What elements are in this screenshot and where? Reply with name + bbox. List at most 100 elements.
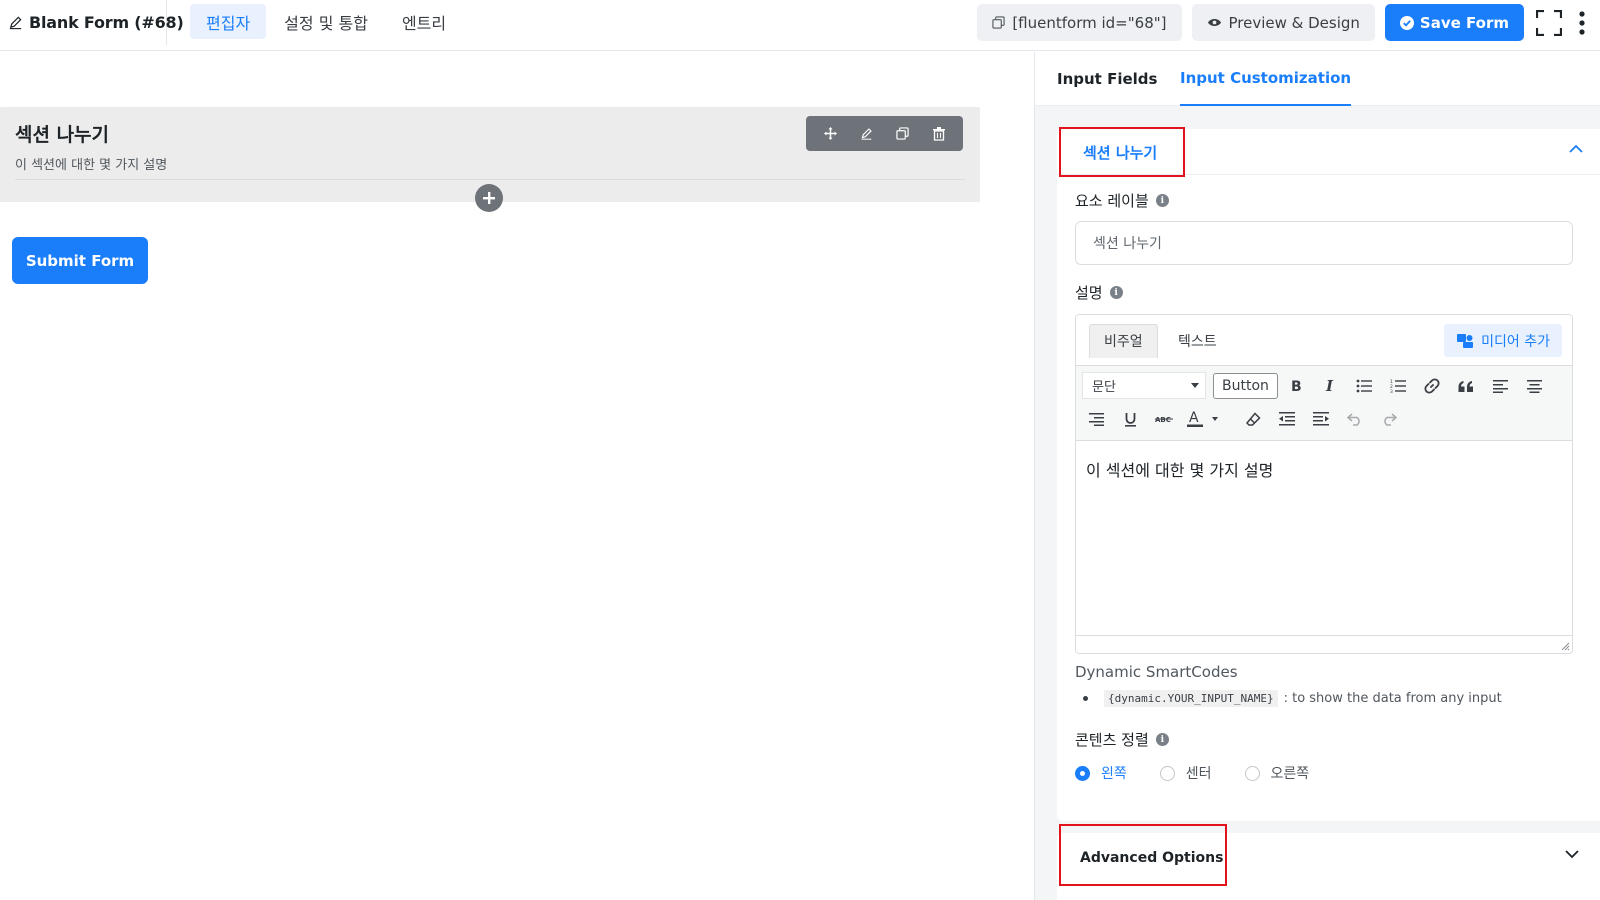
blockquote-button[interactable] [1452, 372, 1480, 400]
indent-icon [1313, 412, 1329, 426]
form-title: Blank Form (#68) [6, 0, 184, 45]
more-options-button[interactable] [1574, 4, 1590, 41]
delete-field-button[interactable] [925, 120, 953, 148]
italic-button[interactable]: I [1316, 372, 1344, 400]
link-button[interactable] [1418, 372, 1446, 400]
align-right-radio[interactable]: 오른쪽 [1244, 763, 1310, 783]
info-icon[interactable]: i [1155, 733, 1169, 746]
chevron-up-icon[interactable] [1569, 144, 1583, 153]
move-icon [823, 127, 837, 140]
check-circle-icon [1399, 15, 1414, 30]
align-center-icon [1526, 379, 1542, 393]
outdent-icon [1279, 412, 1295, 426]
redo-button[interactable] [1375, 405, 1403, 433]
text-mode-tab[interactable]: 텍스트 [1164, 324, 1231, 358]
section-title: 섹션 나누기 [15, 124, 110, 146]
strikethrough-button[interactable]: ABC [1150, 405, 1178, 433]
radio-circle [1075, 765, 1090, 781]
move-field-button[interactable] [816, 120, 844, 148]
section-divider [15, 179, 965, 180]
section-description: 이 섹션에 대한 몇 가지 설명 [15, 158, 168, 173]
tab-entries[interactable]: 엔트리 [386, 4, 462, 39]
paragraph-format-select[interactable]: 문단 [1082, 372, 1206, 399]
strikethrough-icon: ABC [1155, 414, 1173, 424]
editor-content-area[interactable]: 이 섹션에 대한 몇 가지 설명 [1076, 441, 1572, 637]
eye-icon [1207, 17, 1222, 28]
svg-text:B: B [1291, 379, 1302, 393]
svg-text:3: 3 [1390, 389, 1393, 393]
fullscreen-icon [1536, 9, 1562, 36]
advanced-options-title: Advanced Options [1059, 824, 1227, 886]
fullscreen-button[interactable] [1534, 4, 1564, 41]
description-label: 설명 i [1075, 282, 1123, 303]
card-header[interactable]: 섹션 나누기 [1057, 127, 1600, 177]
align-left-label: 왼쪽 [1101, 766, 1127, 782]
info-icon[interactable]: i [1109, 286, 1123, 299]
content-alignment-text: 콘텐츠 정렬 [1075, 731, 1149, 749]
tab-editor[interactable]: 편집자 [190, 4, 267, 39]
smartcodes-title: Dynamic SmartCodes [1075, 663, 1238, 681]
tab-input-fields[interactable]: Input Fields [1057, 52, 1157, 106]
resize-handle-icon[interactable] [1560, 641, 1570, 651]
paragraph-format-value: 문단 [1092, 380, 1116, 395]
clear-formatting-button[interactable] [1239, 405, 1267, 433]
smartcodes-item: {dynamic.YOUR_INPUT_NAME} : to show the … [1083, 690, 1502, 707]
svg-text:I: I [1325, 379, 1334, 393]
numbered-list-button[interactable]: 123 [1384, 372, 1412, 400]
outdent-button[interactable] [1273, 405, 1301, 433]
align-left-radio[interactable]: 왼쪽 [1075, 763, 1127, 783]
add-media-button[interactable]: 미디어 추가 [1444, 324, 1562, 357]
smartcode-note: : to show the data from any input [1283, 691, 1502, 706]
info-icon[interactable]: i [1155, 194, 1169, 207]
redo-icon [1381, 412, 1397, 426]
submit-form-button[interactable]: Submit Form [12, 237, 148, 284]
align-right-label: 오른쪽 [1270, 766, 1310, 782]
indent-button[interactable] [1307, 405, 1335, 433]
chevron-down-icon[interactable] [1565, 850, 1579, 859]
underline-button[interactable] [1116, 405, 1144, 433]
insert-button-tool[interactable]: Button [1213, 373, 1278, 399]
main-nav-tabs: 편집자 설정 및 통합 엔트리 [190, 4, 462, 39]
edit-field-button[interactable] [852, 120, 880, 148]
copy-icon [992, 16, 1005, 29]
visual-mode-tab[interactable]: 비주얼 [1089, 324, 1158, 358]
undo-button[interactable] [1341, 405, 1369, 433]
align-right-button[interactable] [1082, 405, 1110, 433]
description-editor: 비주얼 텍스트 미디어 추가 문단 Button B I 1 2 3 ABC A… [1075, 314, 1573, 654]
tab-settings-integrations[interactable]: 설정 및 통합 [268, 4, 384, 39]
duplicate-icon [896, 127, 909, 140]
form-canvas: 섹션 나누기 이 섹션에 대한 몇 가지 설명 Submit Form [0, 52, 1034, 900]
media-icon [1456, 333, 1474, 349]
italic-icon: I [1323, 379, 1337, 393]
alignment-radio-group: 왼쪽 센터 오른쪽 [1075, 763, 1342, 783]
radio-circle [1244, 765, 1260, 781]
header-actions: [fluentform id="68"] Preview & Design Sa… [977, 4, 1590, 41]
bullet-list-icon [1356, 379, 1372, 393]
eraser-icon [1245, 411, 1261, 427]
edit-pencil-icon[interactable] [8, 15, 23, 30]
bullet-list-button[interactable] [1350, 372, 1378, 400]
advanced-options-card[interactable]: Advanced Options [1057, 824, 1600, 900]
text-color-button[interactable]: A [1184, 405, 1224, 433]
align-center-radio[interactable]: 센터 [1159, 763, 1212, 783]
content-alignment-label: 콘텐츠 정렬 i [1075, 729, 1169, 750]
panel-tabs: Input Fields Input Customization [1035, 52, 1600, 106]
radio-circle [1159, 765, 1175, 781]
shortcode-button[interactable]: [fluentform id="68"] [977, 4, 1182, 41]
align-center-button[interactable] [1520, 372, 1548, 400]
element-label-text: 요소 레이블 [1075, 192, 1149, 210]
undo-icon [1347, 412, 1363, 426]
duplicate-field-button[interactable] [889, 120, 917, 148]
bullet-dot [1083, 696, 1088, 701]
add-field-button[interactable] [475, 184, 503, 212]
bold-button[interactable]: B [1282, 372, 1310, 400]
underline-icon [1124, 412, 1137, 427]
element-label-input[interactable]: 섹션 나누기 [1075, 221, 1573, 265]
add-media-label: 미디어 추가 [1481, 333, 1550, 350]
save-form-button[interactable]: Save Form [1384, 4, 1524, 41]
preview-design-button[interactable]: Preview & Design [1191, 4, 1375, 41]
save-form-label: Save Form [1419, 13, 1509, 32]
tab-input-customization[interactable]: Input Customization [1180, 52, 1352, 106]
align-left-button[interactable] [1486, 372, 1514, 400]
form-title-text: Blank Form (#68) [29, 13, 184, 32]
